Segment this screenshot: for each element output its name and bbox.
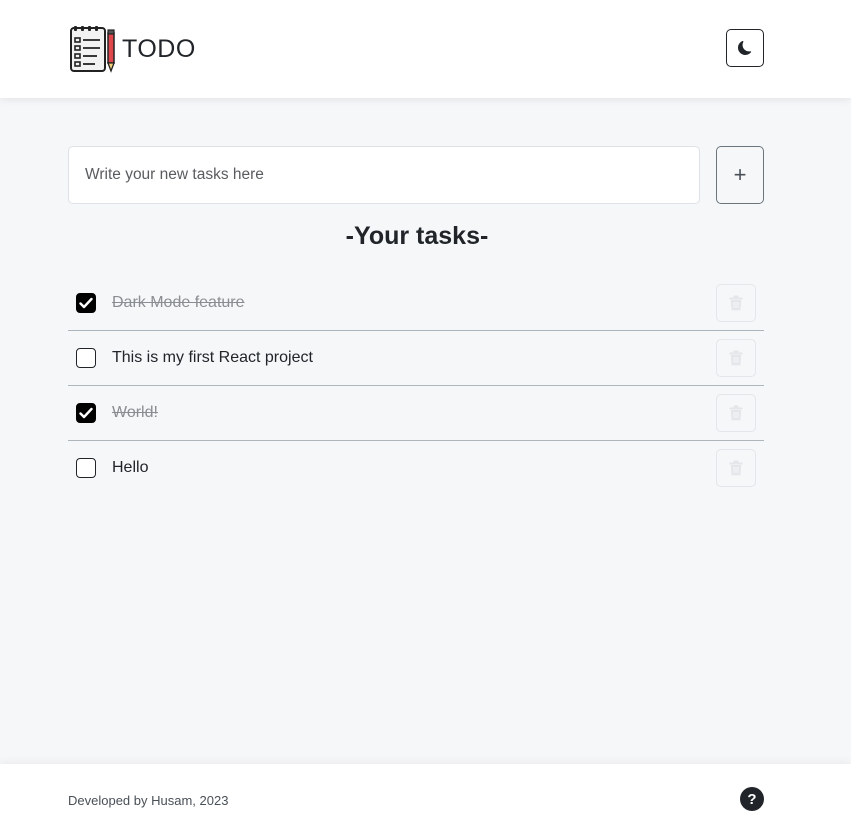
trash-icon [729, 295, 743, 311]
checkmark-icon [79, 297, 93, 309]
add-task-button[interactable]: + [716, 146, 764, 204]
brand: TODO [69, 24, 196, 74]
trash-icon [729, 405, 743, 421]
task-row: World! [68, 386, 764, 441]
app-header: TODO [0, 0, 851, 98]
task-text: World! [112, 404, 158, 421]
section-title: -Your tasks- [345, 222, 489, 250]
task-row: This is my first React project [68, 331, 764, 386]
task-row: Dark Mode feature [68, 276, 764, 331]
task-list: Dark Mode feature This is my first React… [68, 276, 764, 496]
task-row: Hello [68, 441, 764, 496]
delete-task-button[interactable] [716, 394, 756, 432]
task-checkbox[interactable] [76, 348, 96, 368]
notepad-pencil-icon [70, 26, 115, 73]
task-checkbox[interactable] [76, 403, 96, 423]
trash-icon [729, 350, 743, 366]
task-text: This is my first React project [112, 349, 313, 366]
app-title: TODO [122, 34, 196, 63]
trash-icon [729, 460, 743, 476]
theme-toggle-button[interactable] [726, 29, 764, 67]
task-checkbox[interactable] [76, 293, 96, 313]
new-task-input[interactable] [68, 146, 700, 204]
moon-icon [738, 41, 752, 55]
delete-task-button[interactable] [716, 339, 756, 377]
task-checkbox[interactable] [76, 458, 96, 478]
task-text: Dark Mode feature [112, 294, 245, 311]
task-text: Hello [112, 459, 149, 476]
app-footer: Developed by Husam, 2023 ? [0, 764, 851, 832]
footer-credit: Developed by Husam, 2023 [68, 793, 229, 808]
checkmark-icon [79, 407, 93, 419]
delete-task-button[interactable] [716, 449, 756, 487]
question-circle-icon[interactable]: ? [740, 787, 764, 811]
delete-task-button[interactable] [716, 284, 756, 322]
